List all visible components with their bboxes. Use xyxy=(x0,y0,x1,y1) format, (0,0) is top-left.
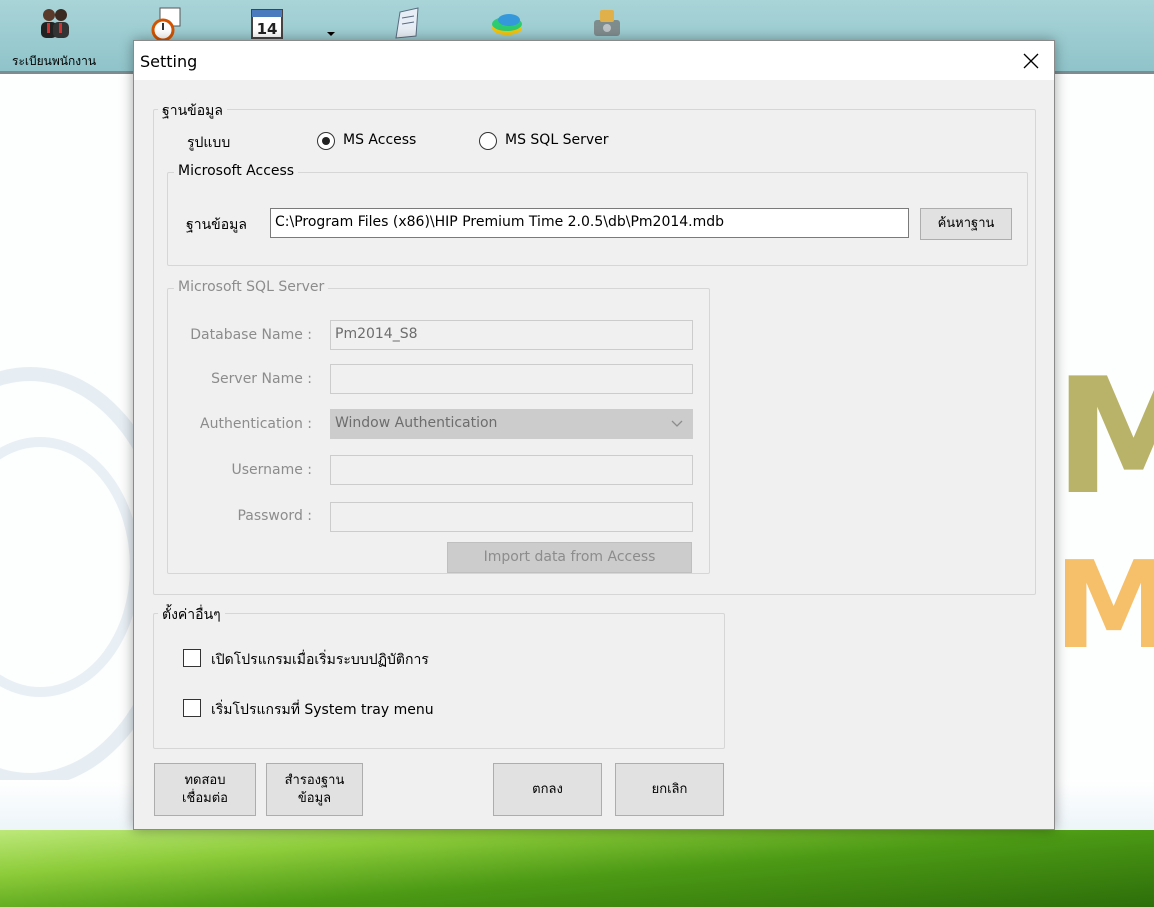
startup-checkbox-label[interactable]: เปิดโปรแกรมเมื่อเริ่มระบบปฏิบัติการ xyxy=(211,649,429,671)
database-chart-icon xyxy=(492,14,522,35)
authentication-select[interactable]: Window Authentication xyxy=(330,409,693,439)
other-settings-group: ตั้งค่าอื่นๆ เปิดโปรแกรมเมื่อเริ่มระบบปฏ… xyxy=(153,604,725,749)
document-icon xyxy=(395,7,419,39)
brand-logo-top: M xyxy=(1054,343,1154,530)
database-name-label: Database Name : xyxy=(190,327,312,343)
close-icon xyxy=(1023,53,1039,68)
password-input[interactable] xyxy=(330,502,693,532)
test-connection-line1: ทดสอบ xyxy=(184,772,226,788)
ms-access-radio[interactable] xyxy=(317,132,335,150)
tray-checkbox[interactable] xyxy=(183,699,201,717)
ms-access-radio-label[interactable]: MS Access xyxy=(343,132,416,148)
test-connection-button[interactable]: ทดสอบ เชื่อมต่อ xyxy=(154,763,256,816)
username-input[interactable] xyxy=(330,455,693,485)
tray-checkbox-label[interactable]: เริ่มโปรแกรมที่ System tray menu xyxy=(211,699,434,721)
access-db-label: ฐานข้อมูล xyxy=(186,217,247,233)
database-name-input[interactable]: Pm2014_S8 xyxy=(330,320,693,350)
authentication-select-value: Window Authentication xyxy=(335,415,498,431)
access-db-path-input[interactable]: C:\Program Files (x86)\HIP Premium Time … xyxy=(270,208,909,238)
brand-logo-bottom: M xyxy=(1054,537,1154,676)
background-grass xyxy=(0,830,1154,907)
calendar-14-icon: 14 xyxy=(251,9,283,39)
ms-access-group-legend: Microsoft Access xyxy=(174,163,299,179)
import-from-access-button[interactable]: Import data from Access xyxy=(447,542,692,573)
cancel-button[interactable]: ยกเลิก xyxy=(615,763,724,816)
browse-database-button[interactable]: ค้นหาฐาน xyxy=(920,208,1012,240)
database-group: ฐานข้อมูล รูปแบบ MS Access MS SQL Server… xyxy=(153,100,1036,595)
calendar-day-text: 14 xyxy=(257,20,278,38)
other-settings-legend: ตั้งค่าอื่นๆ xyxy=(158,604,225,626)
employees-icon xyxy=(41,9,69,38)
username-label: Username : xyxy=(231,462,312,478)
dialog-titlebar[interactable]: Setting xyxy=(134,41,1054,80)
chevron-down-icon xyxy=(671,420,683,427)
server-name-input[interactable] xyxy=(330,364,693,394)
password-label: Password : xyxy=(237,508,312,524)
setting-dialog: Setting ฐานข้อมูล รูปแบบ MS Access MS SQ… xyxy=(133,40,1055,830)
backup-database-button[interactable]: สำรองฐาน ข้อมูล xyxy=(266,763,363,816)
ms-access-group: Microsoft Access ฐานข้อมูล C:\Program Fi… xyxy=(167,163,1028,266)
chevron-down-icon[interactable] xyxy=(326,30,336,38)
server-name-label: Server Name : xyxy=(211,371,312,387)
tools-icon xyxy=(594,10,620,36)
toolbar-employees-button[interactable]: ระเบียนพนักงาน xyxy=(0,0,96,72)
database-group-legend: ฐานข้อมูล xyxy=(158,100,227,122)
dialog-title: Setting xyxy=(140,52,198,71)
test-connection-line2: เชื่อมต่อ xyxy=(182,790,228,806)
ms-sql-server-radio[interactable] xyxy=(479,132,497,150)
backup-database-line1: สำรองฐาน xyxy=(284,772,345,788)
close-button[interactable] xyxy=(1008,41,1054,80)
ms-sql-server-group: Microsoft SQL Server Database Name : Pm2… xyxy=(167,279,710,574)
ms-sql-server-group-legend: Microsoft SQL Server xyxy=(174,279,329,295)
authentication-label: Authentication : xyxy=(200,416,312,432)
database-type-label: รูปแบบ xyxy=(187,135,231,151)
ms-sql-server-radio-label[interactable]: MS SQL Server xyxy=(505,132,608,148)
ok-button[interactable]: ตกลง xyxy=(493,763,602,816)
startup-checkbox[interactable] xyxy=(183,649,201,667)
clock-calendar-icon xyxy=(151,7,181,40)
backup-database-line2: ข้อมูล xyxy=(297,790,332,806)
